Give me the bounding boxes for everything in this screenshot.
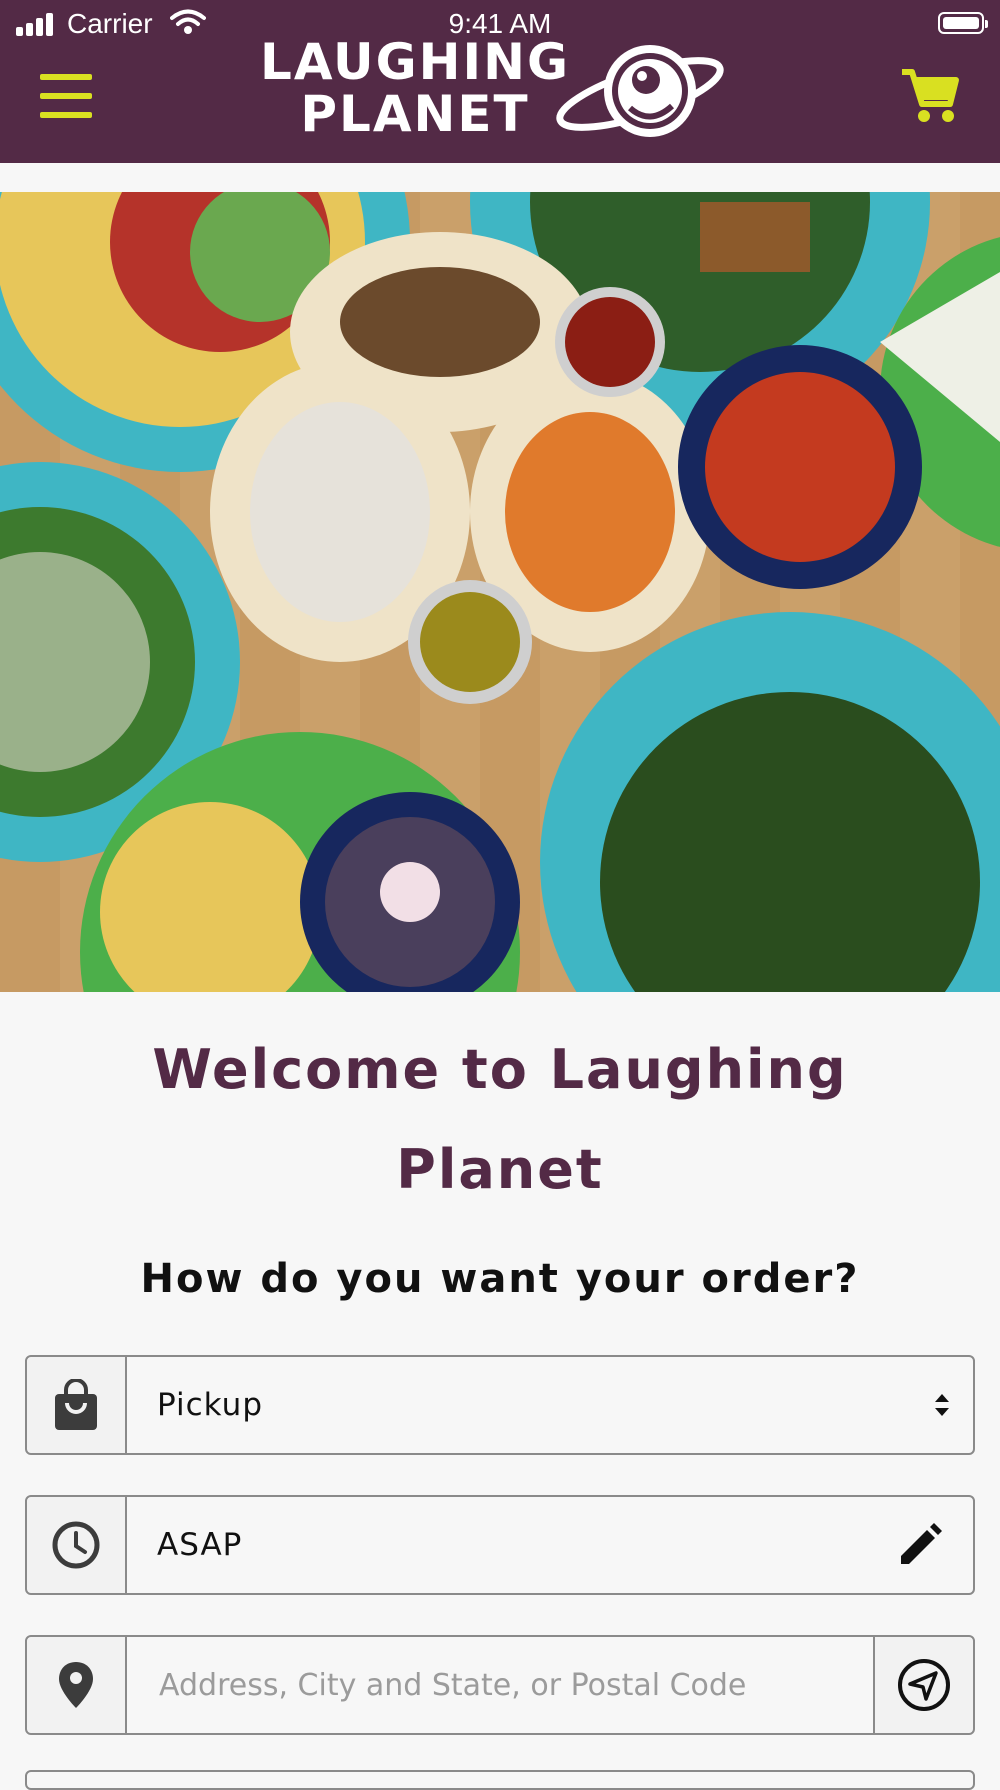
address-search-field (25, 1635, 975, 1735)
clock-icon (52, 1521, 100, 1569)
welcome-title: Welcome to Laughing Planet (152, 1038, 848, 1201)
order-question: How do you want your order? (140, 1256, 860, 1302)
logo-wordmark: LAUGHING PLANET (250, 36, 580, 140)
select-arrows (933, 1357, 951, 1453)
hamburger-menu-icon (40, 74, 92, 80)
cart-button[interactable] (898, 66, 960, 126)
order-method-value: Pickup (157, 1387, 263, 1423)
sort-arrows-icon (935, 1394, 949, 1416)
logo-line-1: LAUGHING (260, 33, 570, 91)
next-field-edge (25, 1770, 975, 1790)
brand-logo[interactable]: LAUGHING PLANET (250, 36, 750, 154)
order-time-icon-box (27, 1497, 127, 1593)
logo-line-2: PLANET (300, 85, 530, 143)
app-header: Carrier 9:41 AM LAUGHING PLANET (0, 0, 1000, 163)
map-pin-icon (59, 1662, 93, 1708)
navigation-arrow-icon (898, 1659, 950, 1711)
battery-icon (938, 12, 988, 34)
address-icon-box (27, 1637, 127, 1733)
pencil-icon (901, 1523, 942, 1564)
shopping-cart-icon (902, 69, 959, 122)
planet-logo-icon (556, 45, 724, 137)
edit-time-button[interactable] (897, 1497, 943, 1593)
menu-button[interactable] (40, 74, 94, 120)
order-time-field[interactable]: ASAP (25, 1495, 975, 1595)
order-method-select[interactable]: Pickup (25, 1355, 975, 1455)
address-input[interactable] (127, 1637, 887, 1733)
use-current-location-button[interactable] (873, 1637, 973, 1733)
shopping-bag-icon (55, 1379, 97, 1430)
hero-food-image (0, 192, 1000, 992)
order-time-value: ASAP (157, 1527, 243, 1563)
order-method-icon-box (27, 1357, 127, 1453)
